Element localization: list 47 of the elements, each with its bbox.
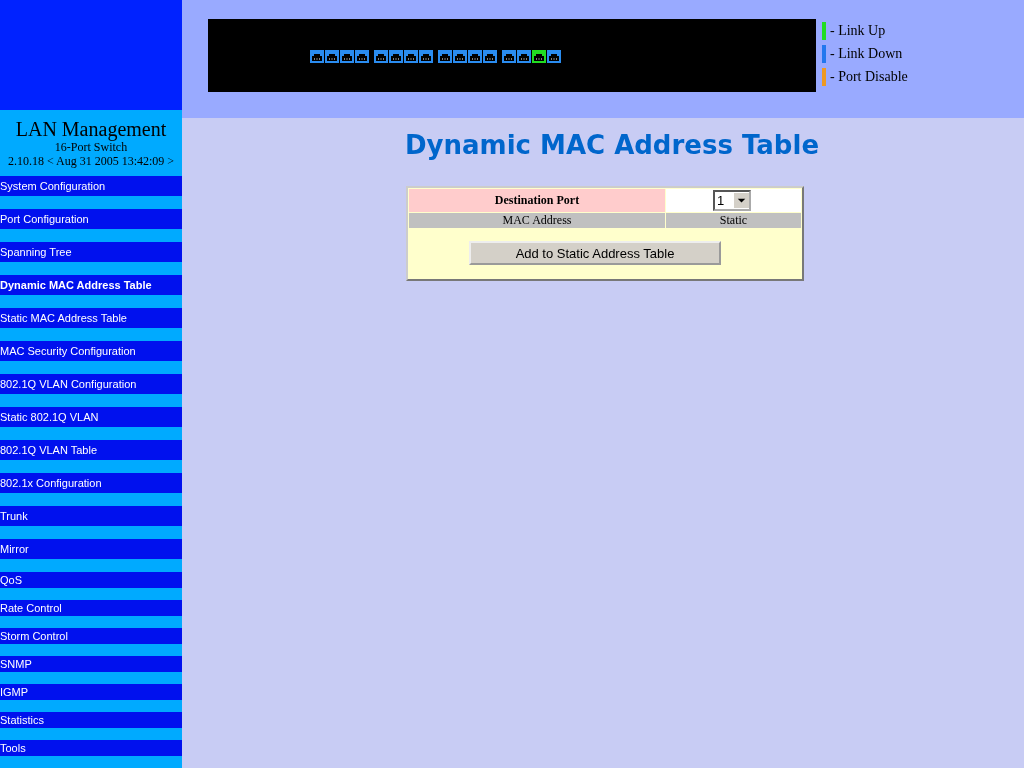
port-icon[interactable] — [404, 50, 418, 63]
destination-port-label: Destination Port — [409, 189, 665, 212]
port-icon[interactable] — [547, 50, 561, 63]
sidebar-item[interactable]: 802.1Q VLAN Table — [0, 440, 182, 460]
sidebar-item[interactable]: Rate Control — [0, 600, 182, 616]
port-icon[interactable] — [468, 50, 482, 63]
sidebar-item[interactable]: Port Configuration — [0, 209, 182, 229]
legend-label: - Link Up — [830, 23, 886, 39]
port-icon[interactable] — [532, 50, 546, 63]
port-icon[interactable] — [453, 50, 467, 63]
column-header: Static — [666, 213, 801, 228]
sidebar-item[interactable]: Static MAC Address Table — [0, 308, 182, 328]
sidebar-item[interactable]: Storm Control — [0, 628, 182, 644]
port-icon[interactable] — [355, 50, 369, 63]
column-header: MAC Address — [409, 213, 665, 228]
sidebar-title: LAN Management — [14, 118, 168, 140]
sidebar-item[interactable]: Static 802.1Q VLAN — [0, 407, 182, 427]
port-icon[interactable] — [325, 50, 339, 63]
add-to-static-button[interactable]: Add to Static Address Table — [469, 241, 721, 265]
port-icon[interactable] — [340, 50, 354, 63]
sidebar-item[interactable]: Spanning Tree — [0, 242, 182, 262]
port-icon[interactable] — [517, 50, 531, 63]
sidebar-item[interactable]: Dynamic MAC Address Table — [0, 275, 182, 295]
sidebar-item[interactable]: MAC Security Configuration — [0, 341, 182, 361]
port-icon[interactable] — [502, 50, 516, 63]
sidebar-item[interactable]: 802.1x Configuration — [0, 473, 182, 493]
legend-label: - Link Down — [830, 46, 903, 62]
firmware-version: 2.10.18 < Aug 31 2005 13:42:09 > — [6, 154, 176, 168]
page-title: Dynamic MAC Address Table — [404, 130, 820, 160]
sidebar-subtitle: 16-Port Switch — [53, 140, 128, 154]
sidebar-item[interactable]: Statistics — [0, 712, 182, 728]
port-icon[interactable] — [438, 50, 452, 63]
sidebar-item[interactable]: 802.1Q VLAN Configuration — [0, 374, 182, 394]
sidebar-item[interactable]: SNMP — [0, 656, 182, 672]
sidebar-item[interactable]: Mirror — [0, 539, 182, 559]
port-icon[interactable] — [483, 50, 497, 63]
port-icon[interactable] — [310, 50, 324, 63]
sidebar-item[interactable]: IGMP — [0, 684, 182, 700]
port-icon[interactable] — [389, 50, 403, 63]
port-icon[interactable] — [374, 50, 388, 63]
sidebar-item[interactable]: System Configuration — [0, 176, 182, 196]
sidebar-item[interactable]: QoS — [0, 572, 182, 588]
legend-label: - Port Disable — [830, 69, 908, 85]
sidebar-item[interactable]: Tools — [0, 740, 182, 756]
port-dropdown[interactable]: 1 — [713, 190, 751, 211]
sidebar-item[interactable]: Trunk — [0, 506, 182, 526]
port-icon[interactable] — [419, 50, 433, 63]
